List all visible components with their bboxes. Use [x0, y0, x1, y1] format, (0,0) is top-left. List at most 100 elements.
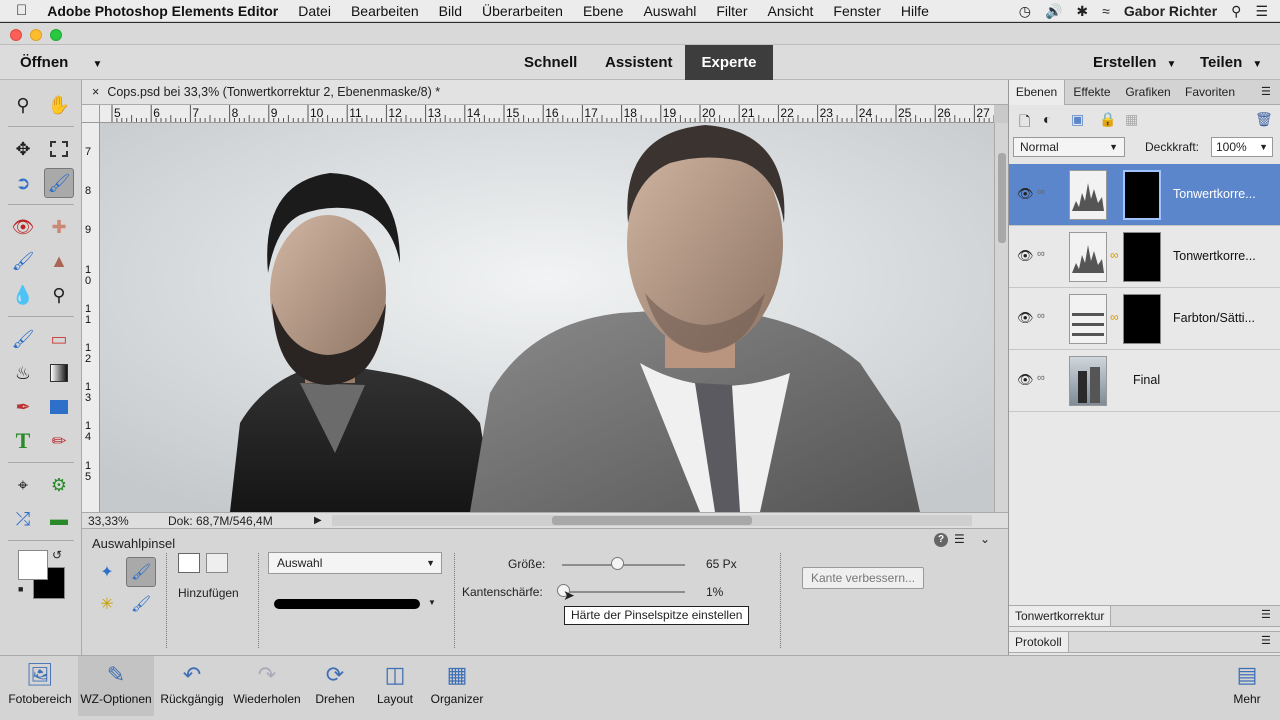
panel-menu-icon[interactable]: ☰: [1261, 634, 1271, 647]
layer-row[interactable]: 👁 ∞ Final: [1009, 350, 1280, 412]
refine-brush-icon[interactable]: 🖌: [126, 589, 156, 619]
quick-selection-icon[interactable]: ✦: [92, 557, 122, 587]
eye-icon[interactable]: 👁: [1017, 186, 1034, 202]
apple-icon[interactable]: : [0, 2, 37, 19]
healing-brush-tool-icon[interactable]: ✚: [44, 212, 74, 242]
share-button[interactable]: Teilen ▼: [1200, 45, 1262, 80]
add-to-selection-icon[interactable]: [178, 553, 200, 573]
zoom-readout[interactable]: 33,33%: [88, 514, 129, 529]
tool-options-button[interactable]: ✎ WZ-Optionen: [78, 656, 154, 716]
scrollbar-thumb[interactable]: [552, 516, 752, 525]
mode-assistent[interactable]: Assistent: [605, 45, 673, 80]
hardness-slider-track[interactable]: [562, 591, 685, 593]
menu-filter[interactable]: Filter: [706, 3, 757, 19]
document-tab[interactable]: × Cops.psd bei 33,3% (Tonwertkorrektur 2,…: [82, 80, 1008, 105]
layer-mask-thumbnail[interactable]: [1123, 294, 1161, 344]
mask-link-icon[interactable]: ∞: [1110, 248, 1119, 262]
tab-grafiken[interactable]: Grafiken: [1119, 80, 1177, 105]
selection-brush-option-icon[interactable]: 🖌: [126, 557, 156, 587]
photo-bin-button[interactable]: 🖼 Fotobereich: [4, 656, 76, 716]
size-slider-knob[interactable]: [611, 557, 625, 570]
eye-icon[interactable]: 👁: [1017, 248, 1034, 264]
brush-tool-icon[interactable]: 🖌: [8, 324, 38, 354]
mode-experte[interactable]: Experte: [685, 45, 773, 80]
wifi-icon[interactable]: ≈: [1102, 3, 1110, 19]
zoom-tool-icon[interactable]: ⚲: [8, 90, 38, 120]
layer-name[interactable]: Tonwertkorre...: [1173, 187, 1256, 201]
close-document-icon[interactable]: ×: [92, 85, 99, 99]
adjustment-layer-icon[interactable]: ◐: [1043, 111, 1051, 127]
eraser-tool-icon[interactable]: ▭: [44, 324, 74, 354]
eye-icon[interactable]: 👁: [1017, 372, 1034, 388]
clone-stamp-tool-icon[interactable]: ▲: [44, 246, 74, 276]
layer-row[interactable]: 👁 ∞ Tonwertkorre...: [1009, 164, 1280, 226]
subtract-from-selection-icon[interactable]: [206, 553, 228, 573]
new-layer-icon[interactable]: 🗋: [1019, 111, 1030, 135]
panel-menu-icon[interactable]: ☰: [1261, 85, 1271, 98]
brush-preview[interactable]: [274, 599, 420, 609]
mask-link-icon[interactable]: ∞: [1110, 310, 1119, 324]
shape-tool-icon[interactable]: [44, 392, 74, 422]
layer-mask-icon[interactable]: ▣: [1071, 111, 1084, 128]
layer-name[interactable]: Farbton/Sätti...: [1173, 311, 1255, 325]
mode-schnell[interactable]: Schnell: [524, 45, 577, 80]
lock-transparency-icon[interactable]: ▦: [1125, 111, 1138, 128]
open-button[interactable]: Öffnen ▼: [20, 45, 102, 80]
minimize-window-icon[interactable]: [30, 29, 42, 41]
opacity-field[interactable]: 100% ▼: [1211, 137, 1273, 157]
undo-button[interactable]: ↶ Rückgängig: [158, 656, 226, 716]
straighten-tool-icon[interactable]: ▬: [44, 504, 74, 534]
blur-tool-icon[interactable]: 💧: [8, 280, 38, 310]
collapsed-panel-protokoll[interactable]: Protokoll ☰: [1009, 631, 1280, 653]
default-colors-icon[interactable]: ■: [18, 584, 23, 594]
hardness-value[interactable]: 1%: [706, 585, 723, 599]
menu-ebene[interactable]: Ebene: [573, 3, 633, 19]
blend-mode-select[interactable]: Normal ▼: [1013, 137, 1125, 157]
content-aware-move-tool-icon[interactable]: ⤮: [8, 504, 38, 534]
swap-colors-icon[interactable]: ↺: [52, 548, 62, 562]
tab-ebenen[interactable]: Ebenen: [1009, 80, 1065, 105]
spotlight-icon[interactable]: ⚲: [1231, 3, 1241, 20]
chain-icon[interactable]: ∞: [1037, 310, 1045, 322]
size-value[interactable]: 65 Px: [706, 557, 737, 571]
panel-title[interactable]: Tonwertkorrektur: [1009, 606, 1112, 626]
photo-canvas[interactable]: [100, 123, 994, 512]
close-window-icon[interactable]: [10, 29, 22, 41]
layer-mask-thumbnail[interactable]: [1123, 170, 1161, 220]
more-button[interactable]: ▤ Mehr: [1222, 656, 1272, 716]
delete-layer-icon[interactable]: 🗑: [1255, 111, 1273, 128]
gradient-tool-icon[interactable]: [44, 358, 74, 388]
bluetooth-icon[interactable]: ✱: [1076, 3, 1088, 20]
layer-mask-thumbnail[interactable]: [1123, 232, 1161, 282]
menu-bearbeiten[interactable]: Bearbeiten: [341, 3, 429, 19]
pencil-tool-icon[interactable]: ✏: [44, 426, 74, 456]
horizontal-scrollbar[interactable]: [332, 515, 972, 526]
menu-auswahl[interactable]: Auswahl: [633, 3, 706, 19]
panel-title[interactable]: Protokoll: [1009, 632, 1069, 652]
menu-ueberarbeiten[interactable]: Überarbeiten: [472, 3, 573, 19]
app-name[interactable]: Adobe Photoshop Elements Editor: [37, 3, 288, 19]
status-menu-arrow-icon[interactable]: ▶: [314, 513, 322, 528]
crop-tool-icon[interactable]: ⌖: [8, 470, 38, 500]
volume-icon[interactable]: 🔊: [1045, 3, 1062, 20]
time-machine-icon[interactable]: ◷: [1019, 3, 1031, 20]
help-icon[interactable]: ?: [934, 533, 948, 547]
move-tool-icon[interactable]: ✥: [8, 134, 38, 164]
paint-bucket-tool-icon[interactable]: ♨: [8, 358, 38, 388]
collapse-options-icon[interactable]: ⌄: [980, 532, 990, 546]
options-menu-icon[interactable]: ☰: [954, 532, 965, 546]
menu-hilfe[interactable]: Hilfe: [891, 3, 939, 19]
redo-button[interactable]: ↷ Wiederholen: [230, 656, 304, 716]
brush-preset-arrow-icon[interactable]: ▼: [428, 598, 436, 607]
smart-brush-tool-icon[interactable]: 🖌: [8, 246, 38, 276]
refine-edge-button[interactable]: Kante verbessern...: [802, 567, 924, 589]
chain-icon[interactable]: ∞: [1037, 186, 1045, 198]
eye-icon[interactable]: 👁: [1017, 310, 1034, 326]
recompose-tool-icon[interactable]: ⚙: [44, 470, 74, 500]
sponge-tool-icon[interactable]: ⚲: [44, 280, 74, 310]
layer-name[interactable]: Final: [1133, 373, 1160, 387]
eyedropper-tool-icon[interactable]: ✒: [8, 392, 38, 422]
lasso-tool-icon[interactable]: ➲: [8, 168, 38, 198]
tab-effekte[interactable]: Effekte: [1066, 80, 1118, 105]
layer-name[interactable]: Tonwertkorre...: [1173, 249, 1256, 263]
